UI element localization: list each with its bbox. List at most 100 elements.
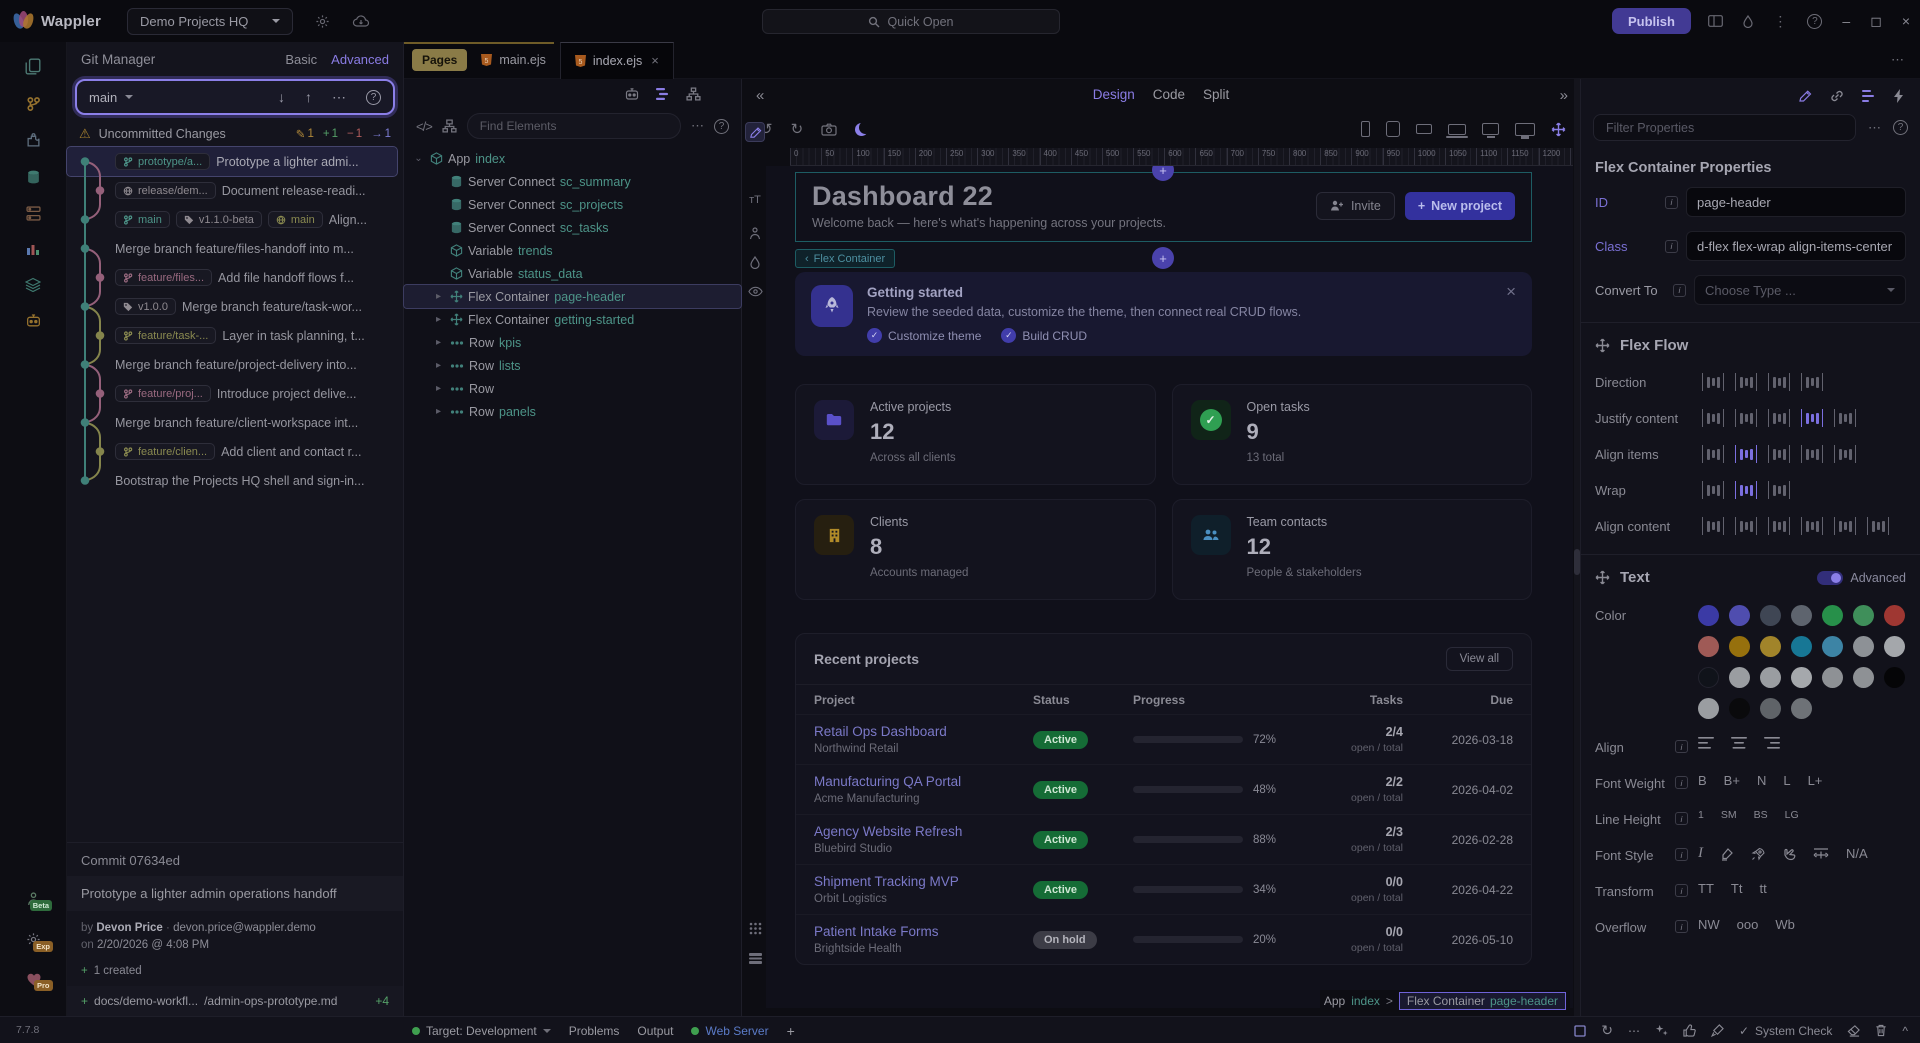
overflow-option[interactable]: NW bbox=[1698, 917, 1720, 932]
align-items-option[interactable] bbox=[1735, 445, 1757, 463]
props-more-icon[interactable]: ⋯ bbox=[1868, 120, 1881, 136]
settings-gear-icon[interactable] bbox=[315, 14, 330, 29]
tree-row-lists[interactable]: ▸Rowlists bbox=[404, 354, 741, 377]
collapse-panel-icon[interactable]: « bbox=[756, 87, 764, 104]
commit-file-row[interactable]: + docs/demo-workfl... /admin-ops-prototy… bbox=[67, 986, 403, 1016]
kpi-card[interactable]: Team contacts12People & stakeholders bbox=[1172, 499, 1533, 600]
view-mode-code[interactable]: Code bbox=[1153, 87, 1185, 102]
tree-row-kpis[interactable]: ▸Rowkpis bbox=[404, 331, 741, 354]
uncommitted-changes-row[interactable]: ⚠ Uncommitted Changes ✎1+1−1→1 bbox=[67, 121, 403, 147]
git-more-icon[interactable]: ⋯ bbox=[332, 89, 346, 106]
color-swatch[interactable] bbox=[1853, 636, 1874, 657]
commit-badge[interactable]: feature/clien... bbox=[115, 443, 215, 460]
commit-row[interactable]: release/dem...Document release-readi... bbox=[67, 176, 403, 205]
color-swatch[interactable] bbox=[1853, 667, 1874, 688]
expand-panel-icon[interactable]: » bbox=[1560, 87, 1568, 104]
close-icon[interactable]: × bbox=[1506, 282, 1516, 302]
page-header-section[interactable]: Dashboard 22 Welcome back — here's what'… bbox=[795, 172, 1532, 242]
tab-index-ejs[interactable]: 5 index.ejs × bbox=[560, 42, 674, 79]
color-swatch[interactable] bbox=[1884, 667, 1905, 688]
tree-row-status_data[interactable]: Variablestatus_data bbox=[404, 262, 741, 285]
commit-badge[interactable]: prototype/a... bbox=[115, 153, 210, 170]
color-swatch[interactable] bbox=[1760, 667, 1781, 688]
chevron-icon[interactable]: ▸ bbox=[432, 337, 445, 348]
color-swatch[interactable] bbox=[1884, 605, 1905, 626]
italic-button[interactable]: I bbox=[1698, 845, 1703, 862]
sparkles-icon[interactable] bbox=[1655, 1024, 1668, 1037]
color-swatch[interactable] bbox=[1698, 636, 1719, 657]
device-laptop-icon[interactable] bbox=[1448, 124, 1466, 135]
convert-type-select[interactable]: Choose Type ... bbox=[1694, 275, 1906, 305]
chevron-icon[interactable]: ⌄ bbox=[412, 153, 425, 164]
align-center-button[interactable] bbox=[1731, 737, 1747, 749]
color-swatch[interactable] bbox=[1822, 605, 1843, 626]
commit-row[interactable]: Merge branch feature/files-handoff into … bbox=[67, 234, 403, 263]
direction-option[interactable] bbox=[1768, 373, 1790, 391]
view-all-button[interactable]: View all bbox=[1446, 647, 1513, 671]
tree-row-index[interactable]: ⌄Appindex bbox=[404, 147, 741, 170]
move-cross-icon[interactable] bbox=[1595, 338, 1610, 353]
kebab-menu-icon[interactable]: ⋮ bbox=[1773, 13, 1787, 30]
new-project-button[interactable]: + New project bbox=[1405, 192, 1515, 220]
dark-mode-moon-icon[interactable] bbox=[855, 123, 868, 136]
transform-option[interactable]: tt bbox=[1759, 881, 1766, 896]
git-push-icon[interactable]: ↑ bbox=[305, 89, 312, 105]
align-items-option[interactable] bbox=[1834, 445, 1856, 463]
color-swatch[interactable] bbox=[1760, 605, 1781, 626]
getting-started-card[interactable]: Getting started Review the seeded data, … bbox=[795, 272, 1532, 356]
kpi-card[interactable]: ✓Open tasks913 total bbox=[1172, 384, 1533, 485]
chevron-icon[interactable]: ▸ bbox=[432, 291, 445, 302]
trash-icon[interactable] bbox=[1875, 1024, 1887, 1037]
commit-badge[interactable]: v1.1.0-beta bbox=[176, 211, 262, 228]
font-style-na[interactable]: N/A bbox=[1846, 846, 1868, 861]
edit-pencil-icon[interactable] bbox=[1798, 89, 1812, 103]
info-icon[interactable]: i bbox=[1665, 196, 1678, 209]
color-swatch[interactable] bbox=[1791, 698, 1812, 719]
sitemap-icon[interactable] bbox=[686, 87, 701, 101]
chevron-icon[interactable]: ▸ bbox=[432, 406, 445, 417]
filter-properties-input[interactable] bbox=[1593, 114, 1856, 141]
device-tablet-icon[interactable] bbox=[1386, 121, 1400, 137]
screenshot-camera-icon[interactable] bbox=[821, 123, 837, 136]
align-content-option[interactable] bbox=[1735, 517, 1757, 535]
style-droplet-icon[interactable] bbox=[745, 252, 765, 272]
panel-help-icon[interactable]: ? bbox=[714, 119, 729, 134]
panel-more-icon[interactable]: ⋯ bbox=[691, 118, 704, 134]
tree-row-sc_tasks[interactable]: Server Connectsc_tasks bbox=[404, 216, 741, 239]
project-link[interactable]: Manufacturing QA Portal bbox=[814, 774, 1033, 789]
tree-row-trends[interactable]: Variabletrends bbox=[404, 239, 741, 262]
layers-icon[interactable] bbox=[25, 277, 41, 292]
tree-row-sc_summary[interactable]: Server Connectsc_summary bbox=[404, 170, 741, 193]
extensions-puzzle-icon[interactable] bbox=[26, 133, 41, 148]
device-large-desktop-icon[interactable] bbox=[1515, 123, 1535, 136]
redo-icon[interactable]: ↻ bbox=[791, 120, 804, 138]
commit-row[interactable]: feature/files...Add file handoff flows f… bbox=[67, 263, 403, 292]
droplet-icon[interactable] bbox=[1743, 15, 1753, 28]
tab-overflow-icon[interactable]: ⋯ bbox=[1891, 52, 1906, 68]
project-link[interactable]: Retail Ops Dashboard bbox=[814, 724, 1033, 739]
table-row[interactable]: Patient Intake FormsBrightside HealthOn … bbox=[796, 914, 1531, 964]
rocket-style-button[interactable] bbox=[1751, 847, 1765, 861]
color-swatch[interactable] bbox=[1729, 667, 1750, 688]
git-mode-basic[interactable]: Basic bbox=[285, 52, 317, 67]
view-mode-split[interactable]: Split bbox=[1203, 87, 1229, 102]
commit-row[interactable]: Bootstrap the Projects HQ shell and sign… bbox=[67, 466, 403, 495]
target-selector[interactable]: Target: Development bbox=[412, 1024, 551, 1038]
color-swatch[interactable] bbox=[1791, 605, 1812, 626]
pages-pill[interactable]: Pages bbox=[412, 49, 467, 71]
commit-row[interactable]: feature/clien...Add client and contact r… bbox=[67, 437, 403, 466]
color-swatch[interactable] bbox=[1729, 698, 1750, 719]
advanced-toggle[interactable] bbox=[1817, 571, 1843, 585]
community-beta-icon[interactable]: Beta bbox=[27, 892, 40, 906]
help-icon[interactable]: ? bbox=[1807, 14, 1822, 29]
info-icon[interactable]: i bbox=[1675, 812, 1688, 825]
overflow-option[interactable]: ooo bbox=[1737, 917, 1759, 932]
font-weight-option[interactable]: B bbox=[1698, 773, 1707, 788]
color-swatch[interactable] bbox=[1729, 605, 1750, 626]
kpi-card[interactable]: Clients8Accounts managed bbox=[795, 499, 1156, 600]
commit-row[interactable]: Merge branch feature/project-delivery in… bbox=[67, 350, 403, 379]
git-pull-icon[interactable]: ↓ bbox=[278, 89, 285, 105]
justify-content-option[interactable] bbox=[1801, 409, 1823, 427]
close-tab-icon[interactable]: × bbox=[651, 53, 659, 68]
color-swatch[interactable] bbox=[1822, 667, 1843, 688]
